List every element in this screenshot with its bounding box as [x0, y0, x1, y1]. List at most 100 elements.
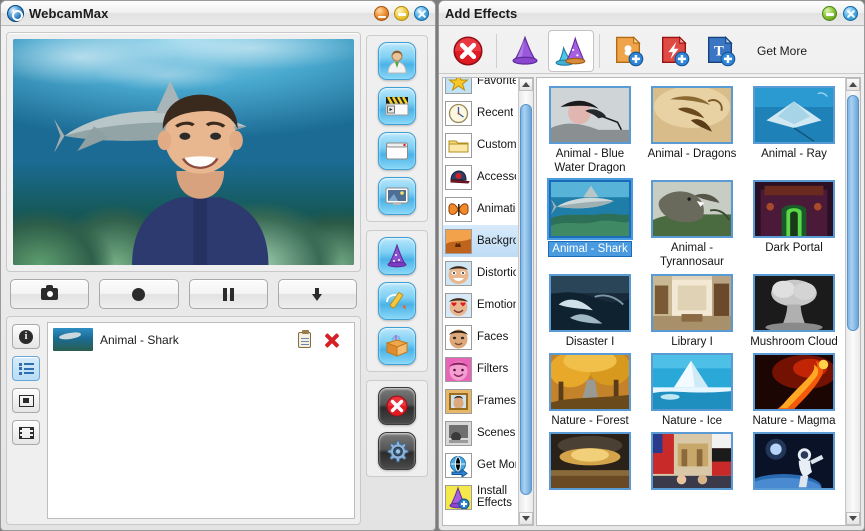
delete-icon[interactable] [324, 333, 338, 347]
close-icon[interactable] [843, 5, 858, 21]
settings-button[interactable] [378, 432, 416, 470]
window-controls [374, 5, 429, 21]
add-picture-icon [615, 35, 644, 66]
category-item-recent[interactable]: Recent [443, 97, 518, 129]
category-item-scenes[interactable]: Scenes [443, 417, 518, 449]
pink-face-icon [445, 356, 472, 382]
category-item-accessories[interactable]: Accessories [443, 161, 518, 193]
category-item-background[interactable]: Background [443, 225, 518, 257]
category-label: Faces [477, 330, 509, 343]
category-item-favorites[interactable]: Favorites [443, 78, 518, 97]
category-label: Filters [477, 362, 509, 375]
scroll-thumb[interactable] [847, 95, 859, 331]
webcam-source-button[interactable] [378, 42, 416, 80]
tab-pictures[interactable] [12, 388, 40, 413]
effect-cell[interactable]: Dark Portal [745, 176, 843, 270]
tab-info[interactable]: i [12, 324, 40, 349]
category-label: Favorites [477, 78, 516, 87]
effect-cell[interactable]: Animal - Dragons [643, 82, 741, 176]
category-label: Accessories [477, 170, 516, 183]
effects-grid-scroll[interactable]: Animal - Blue Water Dragon Animal - Drag… [537, 78, 845, 525]
category-label: Custom [477, 138, 516, 151]
list-icon [18, 362, 34, 375]
scroll-thumb[interactable] [520, 103, 532, 496]
category-item-frames[interactable]: Frames [443, 385, 518, 417]
record-button[interactable] [99, 279, 179, 309]
red-x-icon [453, 35, 483, 66]
my-effects-button[interactable] [378, 327, 416, 365]
effect-cell[interactable] [745, 428, 843, 493]
effect-cell[interactable]: Nature - Ice [643, 349, 741, 428]
get-more-label[interactable]: Get More [757, 44, 807, 58]
category-label: Install Effects [477, 484, 512, 509]
video-source-button[interactable] [378, 87, 416, 125]
category-label: Get More [477, 458, 516, 471]
add-effects-button[interactable] [378, 237, 416, 275]
active-effects-list[interactable]: Animal - Shark [47, 322, 355, 519]
tab-videos[interactable] [12, 420, 40, 445]
add-picture-button[interactable] [605, 30, 651, 72]
category-item-distortions[interactable]: Distortions [443, 257, 518, 289]
mushroom-cloud-thumb [753, 273, 835, 332]
category-item-custom[interactable]: Custom [443, 129, 518, 161]
category-list-inner: Favorites Recent [443, 78, 518, 513]
scroll-up-button[interactable] [519, 78, 533, 91]
maximize-icon[interactable] [394, 5, 409, 21]
category-item-filters[interactable]: Filters [443, 353, 518, 385]
rail-group-effects [366, 230, 428, 372]
effect-label: Nature - Ice [661, 414, 723, 427]
face-icon [445, 324, 472, 350]
multi-effect-mode-button[interactable] [548, 29, 594, 72]
category-item-get-more[interactable]: Get More [443, 449, 518, 481]
effect-cell-selected[interactable]: Animal - Shark [541, 176, 639, 270]
scroll-down-button[interactable] [846, 512, 860, 525]
remove-all-effects-button[interactable] [445, 30, 491, 72]
webcam-preview[interactable] [13, 39, 354, 265]
effect-cell[interactable] [541, 428, 639, 493]
doodle-button[interactable] [378, 282, 416, 320]
save-button[interactable] [277, 279, 357, 309]
collapse-icon[interactable] [822, 5, 837, 21]
multi-hat-icon [555, 35, 586, 66]
main-titlebar: WebcamMax [1, 1, 435, 26]
effect-cell[interactable]: Animal - Blue Water Dragon [541, 82, 639, 176]
close-icon[interactable] [414, 5, 429, 21]
effect-cell[interactable] [643, 428, 741, 493]
category-item-animations[interactable]: Animations [443, 193, 518, 225]
effect-cell[interactable]: Nature - Forest [541, 349, 639, 428]
scroll-track[interactable] [519, 91, 533, 512]
red-x-icon [386, 395, 408, 417]
scroll-down-button[interactable] [519, 512, 533, 525]
effect-cell[interactable]: Mushroom Cloud [745, 270, 843, 349]
category-list[interactable]: Favorites Recent [443, 78, 518, 525]
properties-icon[interactable] [298, 329, 311, 348]
snapshot-button[interactable] [10, 279, 90, 309]
category-scrollbar[interactable] [518, 78, 533, 525]
scroll-up-button[interactable] [846, 78, 860, 91]
magma-thumb [753, 352, 835, 411]
scroll-track[interactable] [846, 91, 860, 512]
single-effect-mode-button[interactable] [502, 30, 548, 72]
rail-group-actions [366, 380, 428, 477]
arrow-down-icon [311, 287, 324, 301]
rail-group-sources [366, 35, 428, 222]
desktop-source-button[interactable] [378, 177, 416, 215]
add-text-button[interactable]: T [697, 30, 743, 72]
category-item-emotions[interactable]: Emotions [443, 289, 518, 321]
transport-controls [6, 279, 361, 309]
list-item[interactable]: Animal - Shark [52, 327, 350, 352]
category-item-faces[interactable]: Faces [443, 321, 518, 353]
effect-cell[interactable]: Library I [643, 270, 741, 349]
minimize-icon[interactable] [374, 5, 389, 21]
window-source-button[interactable] [378, 132, 416, 170]
effect-cell[interactable]: Nature - Magma [745, 349, 843, 428]
add-flash-button[interactable] [651, 30, 697, 72]
exit-button[interactable] [378, 387, 416, 425]
tab-effects-list[interactable] [12, 356, 40, 381]
effect-cell[interactable]: Animal - Tyrannosaur [643, 176, 741, 270]
effect-cell[interactable]: Disaster I [541, 270, 639, 349]
pause-button[interactable] [188, 279, 268, 309]
effect-cell[interactable]: Animal - Ray [745, 82, 843, 176]
category-item-install-effects[interactable]: Install Effects [443, 481, 518, 513]
effects-grid-scrollbar[interactable] [845, 78, 860, 525]
